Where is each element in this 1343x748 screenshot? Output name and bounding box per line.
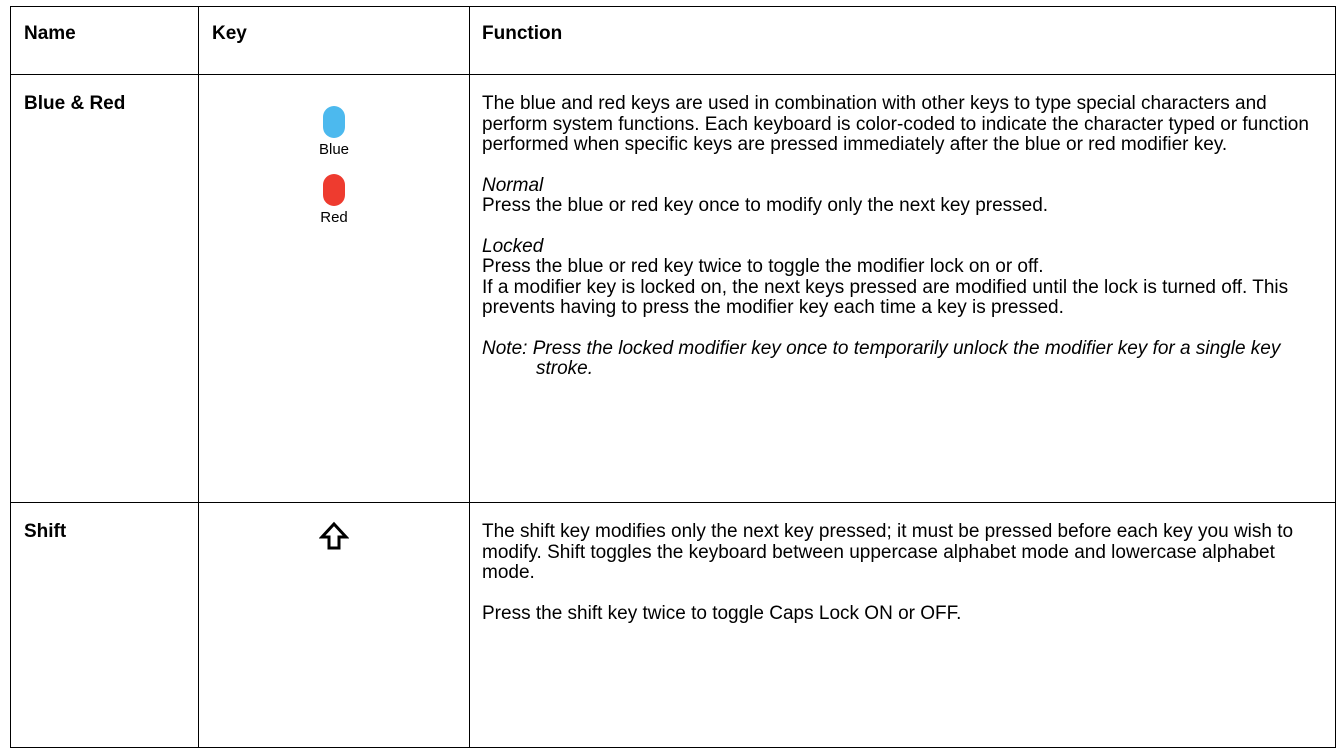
blue-red-intro-text: The blue and red keys are used in combin… (482, 93, 1309, 155)
column-header-name-label: Name (24, 23, 76, 44)
locked-heading: Locked (482, 235, 544, 257)
column-header-key-label: Key (212, 23, 247, 44)
keyboard-keys-table: Name Key Function Blue & Red Blue Red Th… (10, 6, 1336, 748)
shift-arrow-icon (319, 521, 349, 550)
table-row-blue-red: Blue & Red Blue Red The blue and red key… (10, 74, 1336, 503)
locked-text-1: Press the blue or red key twice to toggl… (482, 256, 1044, 277)
row-key-blue-red: Blue Red (198, 74, 470, 503)
row-key-shift (198, 502, 470, 748)
column-header-name: Name (10, 6, 199, 75)
shift-text-1: The shift key modifies only the next key… (482, 521, 1294, 583)
shift-key-block (199, 521, 469, 556)
column-header-function-label: Function (482, 23, 563, 44)
red-key-block: Red (199, 174, 469, 226)
normal-text: Press the blue or red key once to modify… (482, 195, 1049, 216)
table-header-row: Name Key Function (10, 6, 1336, 75)
column-header-key: Key (198, 6, 470, 75)
note-text: Note: Press the locked modifier key once… (482, 337, 1281, 379)
red-key-label: Red (320, 209, 348, 226)
column-header-function: Function (469, 6, 1336, 75)
blue-key-label: Blue (318, 141, 350, 158)
red-modifier-key-icon (323, 174, 345, 206)
row-name-shift: Shift (10, 502, 199, 748)
normal-heading: Normal (482, 174, 544, 196)
blue-key-block: Blue (199, 106, 469, 158)
row-name-blue-red: Blue & Red (10, 74, 199, 503)
shift-text-2: Press the shift key twice to toggle Caps… (482, 602, 962, 624)
locked-text-2: If a modifier key is locked on, the next… (482, 276, 1289, 318)
table-row-shift: Shift The shift key modifies only the ne… (10, 502, 1336, 748)
row-function-shift: The shift key modifies only the next key… (469, 502, 1336, 748)
row-function-blue-red: The blue and red keys are used in combin… (469, 74, 1336, 503)
blue-modifier-key-icon (323, 106, 345, 138)
